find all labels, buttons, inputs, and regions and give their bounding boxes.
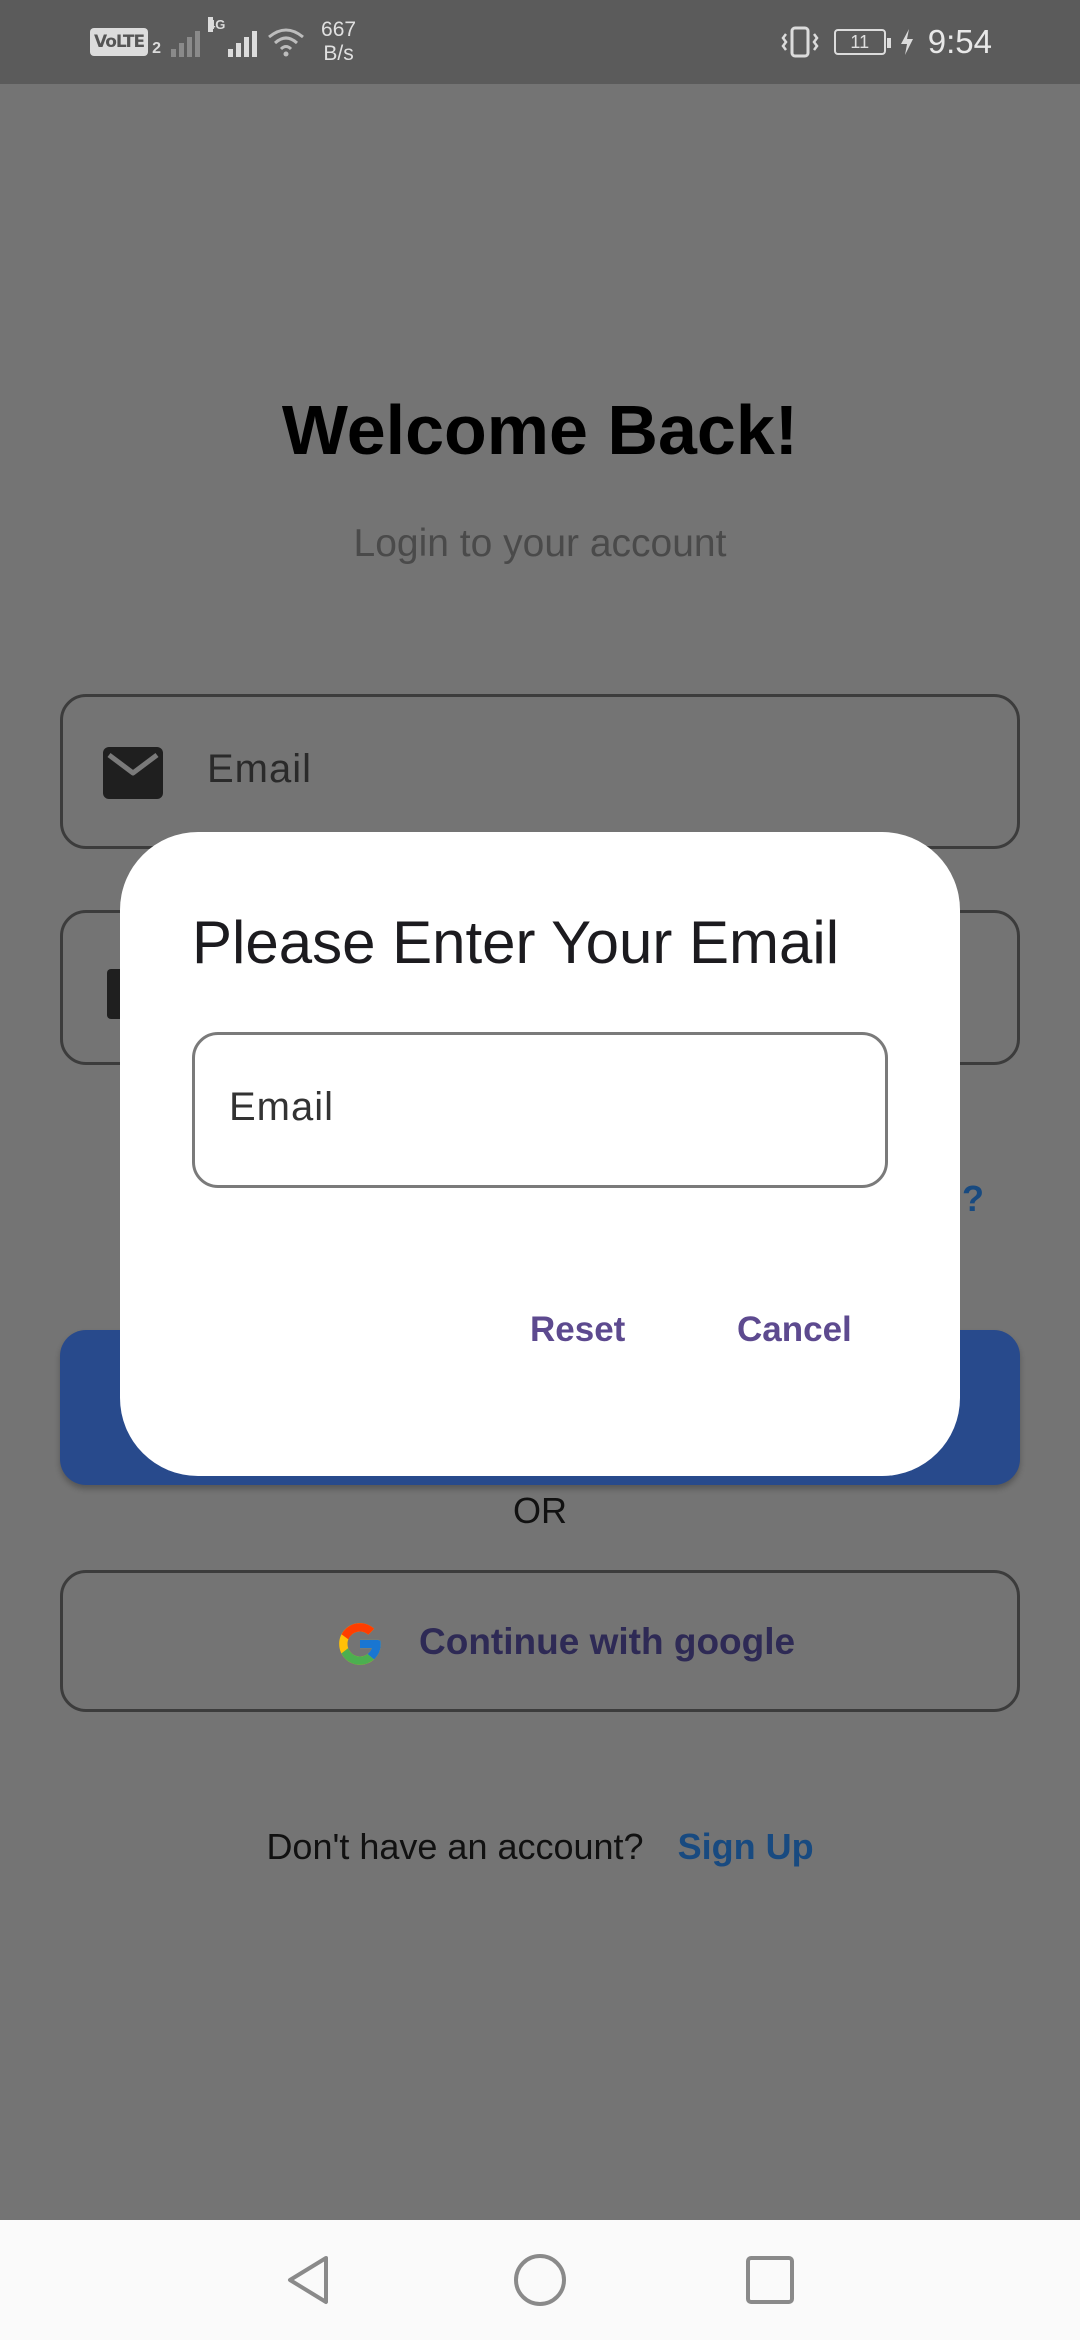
email-dialog: Please Enter Your Email Email Reset Canc… [120,832,960,1476]
sim-number: 2 [152,40,162,57]
signal-sim1-icon [171,27,201,57]
vibrate-icon [781,26,819,58]
charging-icon [900,29,913,55]
dialog-email-label: Email [229,1085,335,1129]
mail-icon [103,747,163,799]
network-type: 4G [208,17,226,32]
status-bar: VoLTE 2 4G 667 B/s 11 9:54 [0,0,1080,84]
net-speed-unit: B/s [323,42,354,65]
navigation-bar [0,2220,1080,2340]
reset-button[interactable]: Reset [530,1310,625,1350]
back-icon[interactable] [280,2250,340,2310]
email-field[interactable]: Email [60,694,1020,849]
signup-link[interactable]: Sign Up [678,1826,814,1867]
wifi-icon [268,28,304,57]
or-divider: OR [513,1490,567,1531]
signup-row: Don't have an account? Sign Up [0,1826,1080,1868]
email-field-label: Email [207,747,313,791]
google-signin-button[interactable]: Continue with google [60,1570,1020,1712]
signup-prompt: Don't have an account? [266,1826,644,1867]
page-subtitle: Login to your account [353,522,727,565]
net-speed: 667 B/s [321,18,356,66]
google-button-label: Continue with google [419,1621,796,1662]
dialog-title: Please Enter Your Email [192,909,840,976]
clock: 9:54 [927,23,992,60]
home-icon[interactable] [510,2250,570,2310]
google-icon [339,1623,381,1665]
status-right: 11 9:54 [780,20,992,64]
page-title: Welcome Back! [281,391,799,469]
battery-icon: 11 [833,29,891,55]
recent-apps-icon[interactable] [740,2250,800,2310]
net-speed-value: 667 [321,18,357,41]
status-left: VoLTE 2 4G 667 B/s [90,16,356,68]
signal-4g-icon: 4G [208,17,258,57]
dialog-email-input[interactable]: Email [192,1032,888,1188]
cancel-button[interactable]: Cancel [737,1310,852,1350]
volte-icon: VoLTE [90,28,149,56]
